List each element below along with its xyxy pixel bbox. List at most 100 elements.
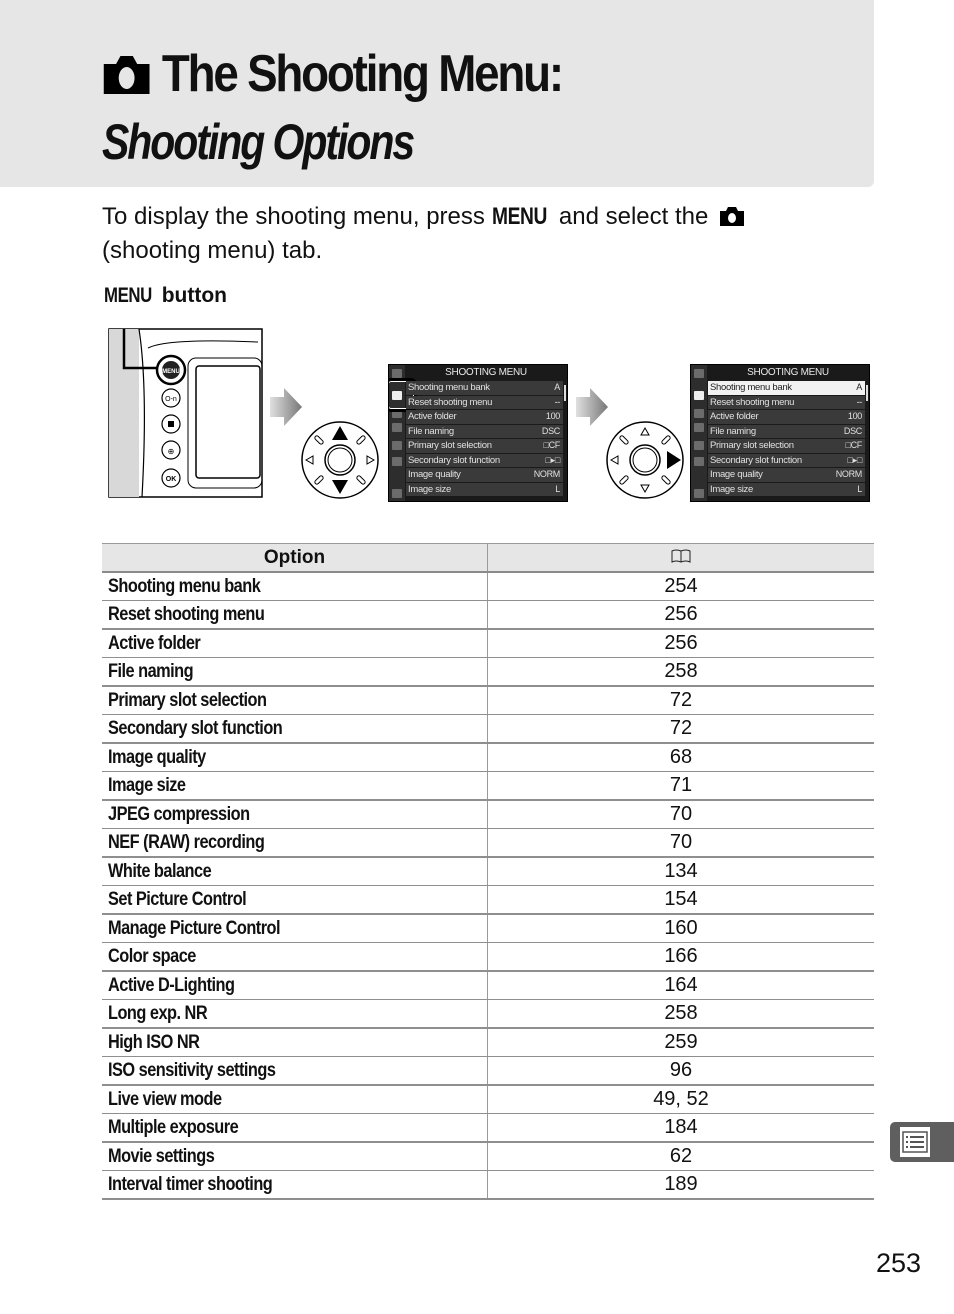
page-reference[interactable]: 258 bbox=[487, 657, 874, 687]
option-name: Live view mode bbox=[102, 1085, 488, 1114]
arrow-right-icon bbox=[270, 388, 302, 426]
lcd-item-label: Image quality bbox=[408, 469, 461, 480]
page-reference[interactable]: 189 bbox=[487, 1170, 874, 1200]
option-label: File naming bbox=[108, 661, 194, 682]
table-row: Interval timer shooting 189 bbox=[102, 1170, 874, 1200]
option-label: ISO sensitivity settings bbox=[108, 1060, 276, 1081]
table-row: Shooting menu bank 254 bbox=[102, 572, 874, 601]
lcd-item-value: L bbox=[857, 483, 862, 494]
page-reference[interactable]: 166 bbox=[487, 942, 874, 972]
option-label: Manage Picture Control bbox=[108, 918, 281, 939]
page-reference[interactable]: 71 bbox=[487, 771, 874, 801]
lcd-menu-item: Primary slot selection □CF bbox=[406, 439, 563, 453]
lcd-item-label: Image size bbox=[710, 483, 753, 495]
lcd-tab-strip bbox=[691, 365, 707, 501]
page-reference[interactable]: 68 bbox=[487, 743, 874, 772]
table-row: Movie settings 62 bbox=[102, 1142, 874, 1171]
option-label: Movie settings bbox=[108, 1146, 215, 1167]
intro-paragraph: To display the shooting menu, press MENU… bbox=[102, 200, 822, 268]
page-reference[interactable]: 62 bbox=[487, 1142, 874, 1171]
lcd-item-value: 100 bbox=[545, 411, 560, 421]
lcd-shooting-menu-item-selected: SHOOTING MENU Shooting menu bank A Reset s… bbox=[690, 364, 870, 502]
option-name: ISO sensitivity settings bbox=[102, 1056, 488, 1086]
option-label: Active D-Lighting bbox=[108, 975, 235, 996]
page-reference[interactable]: 134 bbox=[487, 857, 874, 886]
lcd-menu-item: Image size L bbox=[406, 482, 563, 496]
page-reference[interactable]: 259 bbox=[487, 1028, 874, 1057]
page-reference[interactable]: 254 bbox=[487, 572, 874, 601]
option-name: Long exp. NR bbox=[102, 999, 488, 1029]
page-reference[interactable]: 184 bbox=[487, 1113, 874, 1143]
table-row: Primary slot selection 72 bbox=[102, 686, 874, 715]
option-name: Set Picture Control bbox=[102, 885, 488, 915]
table-row: Long exp. NR 258 bbox=[102, 999, 874, 1029]
lcd-menu-item: Active folder 100 bbox=[708, 410, 865, 424]
page-reference[interactable]: 256 bbox=[487, 600, 874, 630]
lcd-menu-item: Shooting menu bank A bbox=[708, 381, 865, 395]
page-reference[interactable]: 72 bbox=[487, 686, 874, 715]
camera-icon bbox=[720, 207, 745, 226]
page-reference[interactable]: 154 bbox=[487, 885, 874, 915]
table-row: Color space 166 bbox=[102, 942, 874, 972]
page-reference[interactable]: 258 bbox=[487, 999, 874, 1029]
intro-text-after: (shooting menu) tab. bbox=[102, 237, 323, 264]
option-label: Multiple exposure bbox=[108, 1117, 239, 1138]
procedure-figure: MENU O-n ⊕ OK SHOOTING MENU Shooting men… bbox=[108, 320, 878, 505]
page-reference[interactable]: 160 bbox=[487, 914, 874, 943]
svg-text:OK: OK bbox=[166, 476, 177, 483]
table-row: Set Picture Control 154 bbox=[102, 885, 874, 915]
lcd-menu-item: Reset shooting menu -- bbox=[708, 395, 865, 409]
lcd-scrollbar bbox=[564, 385, 566, 401]
camera-icon bbox=[103, 56, 150, 94]
page-reference[interactable]: 70 bbox=[487, 828, 874, 858]
lcd-item-label: Image size bbox=[408, 483, 451, 495]
title-band: The Shooting Menu: Shooting Options bbox=[0, 0, 874, 187]
option-name: Interval timer shooting bbox=[102, 1170, 488, 1200]
option-name: File naming bbox=[102, 657, 488, 687]
section-tab-menu-guide[interactable] bbox=[890, 1122, 954, 1162]
option-label: Set Picture Control bbox=[108, 889, 247, 910]
option-label: Secondary slot function bbox=[108, 718, 283, 739]
option-label: Image quality bbox=[108, 747, 206, 768]
lcd-menu-item: File naming DSC bbox=[406, 424, 563, 438]
option-label: Long exp. NR bbox=[108, 1003, 208, 1024]
lcd-item-value: □CF bbox=[543, 440, 560, 450]
table-row: Multiple exposure 184 bbox=[102, 1113, 874, 1143]
lcd-item-value: NORM bbox=[835, 469, 863, 479]
page-reference[interactable]: 164 bbox=[487, 971, 874, 1000]
lcd-item-value: A bbox=[554, 382, 560, 392]
option-label: High ISO NR bbox=[108, 1032, 200, 1053]
page-reference[interactable]: 256 bbox=[487, 629, 874, 658]
option-name: High ISO NR bbox=[102, 1028, 488, 1057]
lcd-item-label: Reset shooting menu bbox=[710, 396, 795, 408]
option-name: Reset shooting menu bbox=[102, 600, 488, 630]
option-label: Image size bbox=[108, 775, 186, 796]
table-row: ISO sensitivity settings 96 bbox=[102, 1056, 874, 1086]
lcd-menu-item: Secondary slot function □▸□ bbox=[406, 453, 563, 467]
table-row: Live view mode 49, 52 bbox=[102, 1085, 874, 1114]
lcd-item-value: -- bbox=[554, 396, 561, 407]
lcd-menu-item: Reset shooting menu -- bbox=[406, 395, 563, 409]
table-row: JPEG compression 70 bbox=[102, 800, 874, 829]
page-reference[interactable]: 49, 52 bbox=[487, 1085, 874, 1114]
option-label: Live view mode bbox=[108, 1089, 222, 1110]
option-name: Image quality bbox=[102, 743, 488, 772]
option-name: Movie settings bbox=[102, 1142, 488, 1171]
page-reference[interactable]: 70 bbox=[487, 800, 874, 829]
option-name: White balance bbox=[102, 857, 488, 886]
page-reference[interactable]: 72 bbox=[487, 714, 874, 744]
lcd-title: SHOOTING MENU bbox=[747, 367, 829, 378]
lcd-item-label: Primary slot selection bbox=[408, 440, 492, 451]
lcd-item-label: Primary slot selection bbox=[710, 440, 794, 451]
multi-selector-up-down-icon bbox=[301, 421, 379, 499]
caption-text: button bbox=[161, 284, 227, 307]
lcd-menu-list: Shooting menu bank A Reset shooting menu --… bbox=[406, 381, 563, 497]
lcd-menu-item: File naming DSC bbox=[708, 424, 865, 438]
lcd-menu-item: Image quality NORM bbox=[708, 468, 865, 482]
svg-text:⊕: ⊕ bbox=[168, 447, 175, 456]
page-subtitle: Shooting Options bbox=[102, 114, 415, 170]
option-name: Secondary slot function bbox=[102, 714, 488, 744]
page-title: The Shooting Menu: bbox=[102, 42, 564, 106]
page-reference[interactable]: 96 bbox=[487, 1056, 874, 1086]
lcd-menu-item: Primary slot selection □CF bbox=[708, 439, 865, 453]
